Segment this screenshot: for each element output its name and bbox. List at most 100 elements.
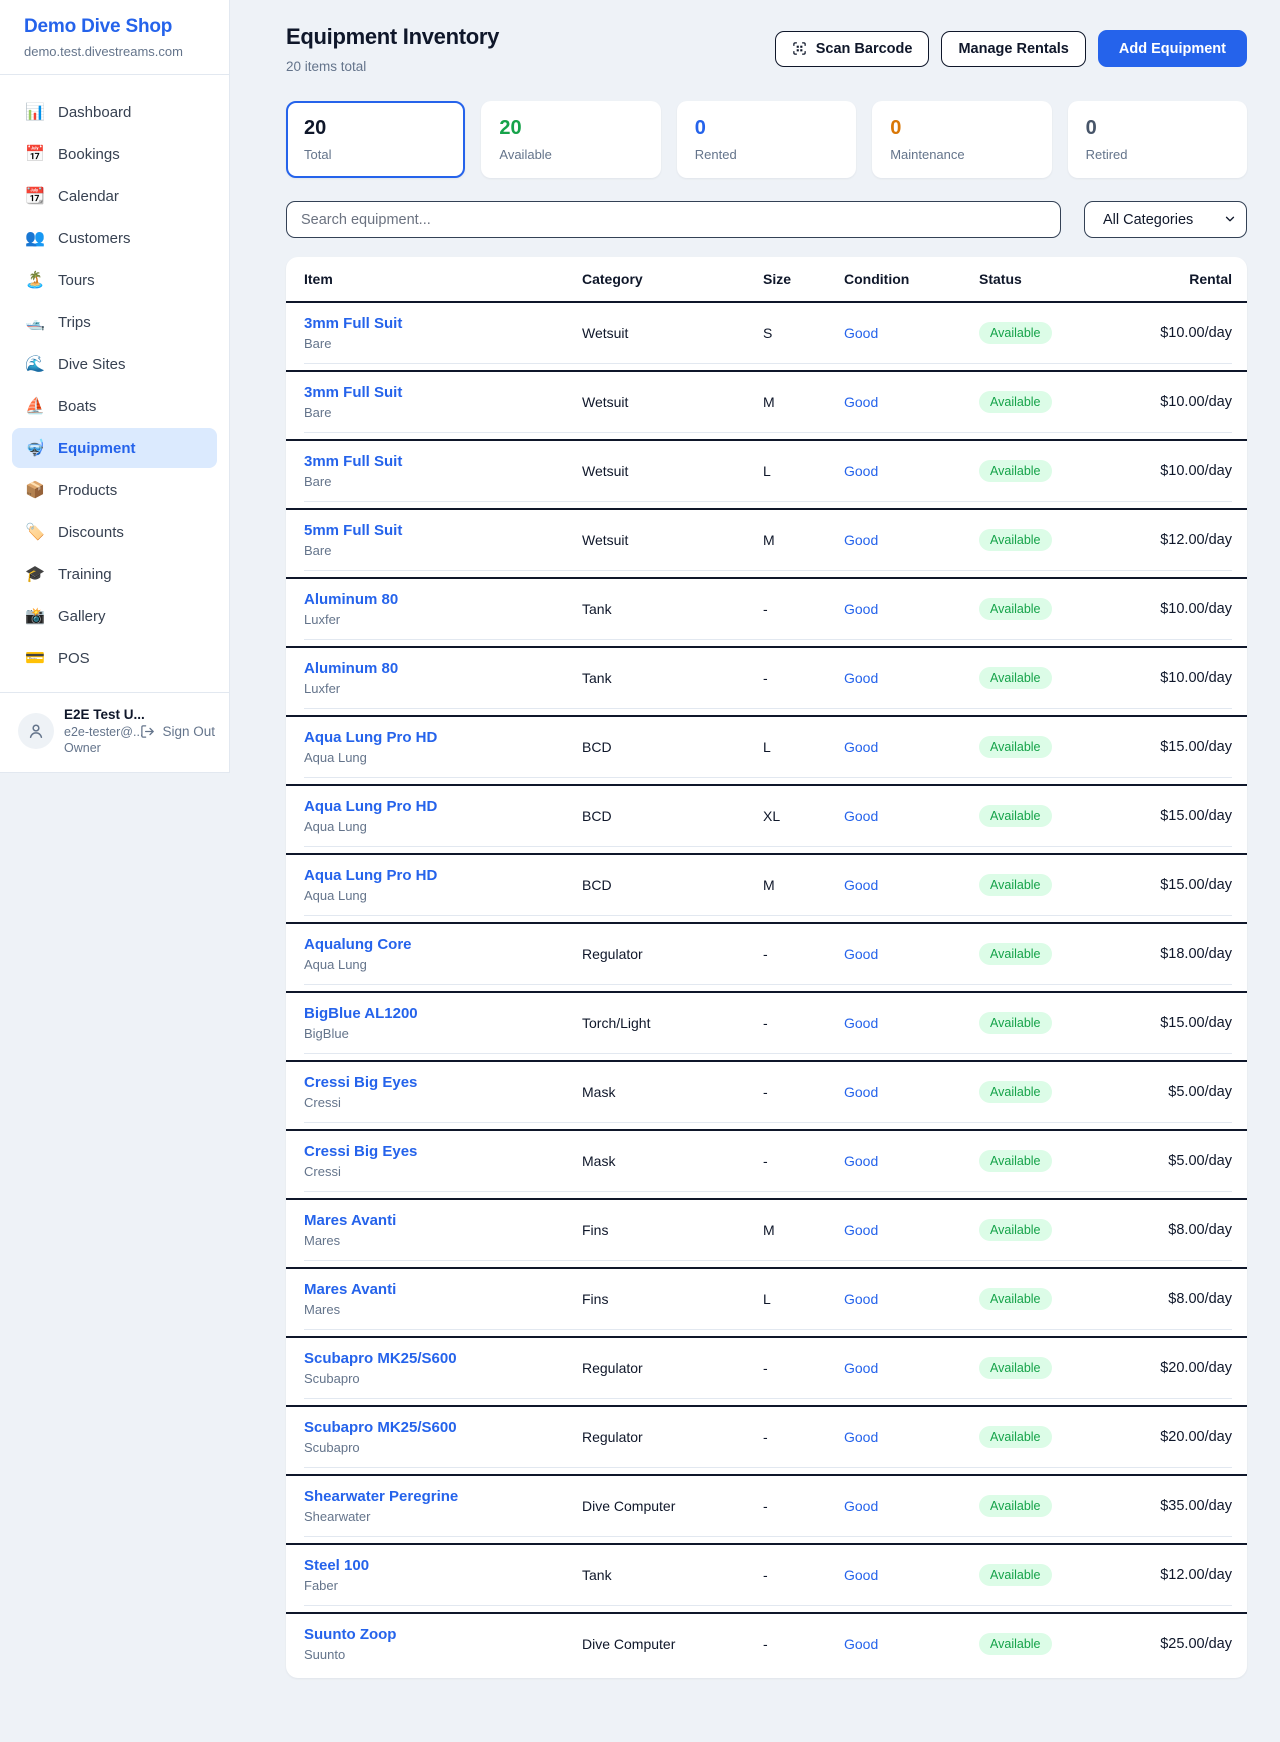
- condition-link[interactable]: Good: [844, 394, 878, 410]
- brand-header[interactable]: Demo Dive Shop demo.test.divestreams.com: [0, 0, 229, 75]
- table-row[interactable]: Mares Avanti Mares Fins M Good Available…: [286, 1200, 1247, 1269]
- condition-link[interactable]: Good: [844, 1498, 878, 1514]
- rental-price: $8.00/day: [1139, 1222, 1232, 1238]
- table-row[interactable]: Shearwater Peregrine Shearwater Dive Com…: [286, 1476, 1247, 1545]
- status-cell: Available: [979, 1564, 1139, 1586]
- table-row[interactable]: Mares Avanti Mares Fins L Good Available…: [286, 1269, 1247, 1338]
- condition-link[interactable]: Good: [844, 1429, 878, 1445]
- scan-barcode-button[interactable]: Scan Barcode: [775, 31, 930, 67]
- nav-item-label: Products: [58, 482, 117, 499]
- stat-value: 0: [890, 116, 1033, 140]
- condition-link[interactable]: Good: [844, 877, 878, 893]
- item-name-link[interactable]: Aluminum 80: [304, 591, 582, 608]
- table-row[interactable]: Scubapro MK25/S600 Scubapro Regulator - …: [286, 1338, 1247, 1407]
- condition-link[interactable]: Good: [844, 670, 878, 686]
- item-name-link[interactable]: Steel 100: [304, 1557, 582, 1574]
- nav-item-icon: 🛥️: [25, 312, 45, 332]
- item-name-link[interactable]: Aqua Lung Pro HD: [304, 798, 582, 815]
- table-row[interactable]: Aqua Lung Pro HD Aqua Lung BCD M Good Av…: [286, 855, 1247, 924]
- table-row[interactable]: Scubapro MK25/S600 Scubapro Regulator - …: [286, 1407, 1247, 1476]
- item-name-link[interactable]: Scubapro MK25/S600: [304, 1350, 582, 1367]
- status-cell: Available: [979, 1357, 1139, 1379]
- search-input[interactable]: [286, 201, 1061, 238]
- item-name-link[interactable]: Scubapro MK25/S600: [304, 1419, 582, 1436]
- condition-link[interactable]: Good: [844, 1222, 878, 1238]
- table-row[interactable]: 3mm Full Suit Bare Wetsuit L Good Availa…: [286, 441, 1247, 510]
- status-badge: Available: [979, 1426, 1052, 1448]
- add-equipment-button[interactable]: Add Equipment: [1098, 30, 1247, 67]
- sidebar-nav-item[interactable]: 👥 Customers: [12, 218, 217, 258]
- table-row[interactable]: 3mm Full Suit Bare Wetsuit S Good Availa…: [286, 303, 1247, 372]
- table-row[interactable]: Aqualung Core Aqua Lung Regulator - Good…: [286, 924, 1247, 993]
- sidebar-nav-item[interactable]: 📊 Dashboard: [12, 92, 217, 132]
- table-row[interactable]: BigBlue AL1200 BigBlue Torch/Light - Goo…: [286, 993, 1247, 1062]
- nav-item-label: Calendar: [58, 188, 119, 205]
- sidebar-nav-item[interactable]: 📸 Gallery: [12, 596, 217, 636]
- item-brand: Cressi: [304, 1164, 582, 1179]
- condition-link[interactable]: Good: [844, 1636, 878, 1652]
- size-cell: -: [763, 1084, 844, 1100]
- table-row[interactable]: Steel 100 Faber Tank - Good Available $1…: [286, 1545, 1247, 1614]
- item-name-link[interactable]: 3mm Full Suit: [304, 384, 582, 401]
- item-name-link[interactable]: 3mm Full Suit: [304, 453, 582, 470]
- table-row[interactable]: Aqua Lung Pro HD Aqua Lung BCD L Good Av…: [286, 717, 1247, 786]
- manage-rentals-button[interactable]: Manage Rentals: [941, 31, 1085, 67]
- item-name-link[interactable]: 5mm Full Suit: [304, 522, 582, 539]
- sidebar-nav-item[interactable]: 📅 Bookings: [12, 134, 217, 174]
- condition-link[interactable]: Good: [844, 1084, 878, 1100]
- condition-link[interactable]: Good: [844, 946, 878, 962]
- item-name-link[interactable]: Cressi Big Eyes: [304, 1074, 582, 1091]
- table-row[interactable]: 3mm Full Suit Bare Wetsuit M Good Availa…: [286, 372, 1247, 441]
- sidebar-nav-item[interactable]: 🤿 Equipment: [12, 428, 217, 468]
- stat-card[interactable]: 0 Retired: [1068, 101, 1247, 178]
- stat-card[interactable]: 0 Rented: [677, 101, 856, 178]
- item-name-link[interactable]: Aqualung Core: [304, 936, 582, 953]
- table-row[interactable]: Aluminum 80 Luxfer Tank - Good Available…: [286, 648, 1247, 717]
- condition-link[interactable]: Good: [844, 325, 878, 341]
- condition-link[interactable]: Good: [844, 1360, 878, 1376]
- condition-link[interactable]: Good: [844, 808, 878, 824]
- sidebar-nav-item[interactable]: 🏝️ Tours: [12, 260, 217, 300]
- item-name-link[interactable]: 3mm Full Suit: [304, 315, 582, 332]
- sidebar-nav-item[interactable]: 🛥️ Trips: [12, 302, 217, 342]
- sidebar-nav-item[interactable]: 📆 Calendar: [12, 176, 217, 216]
- item-name-link[interactable]: Cressi Big Eyes: [304, 1143, 582, 1160]
- table-row[interactable]: Cressi Big Eyes Cressi Mask - Good Avail…: [286, 1062, 1247, 1131]
- item-name-link[interactable]: Aluminum 80: [304, 660, 582, 677]
- condition-link[interactable]: Good: [844, 1567, 878, 1583]
- item-name-link[interactable]: Suunto Zoop: [304, 1626, 582, 1643]
- condition-link[interactable]: Good: [844, 1015, 878, 1031]
- condition-link[interactable]: Good: [844, 463, 878, 479]
- condition-link[interactable]: Good: [844, 601, 878, 617]
- sidebar-nav-item[interactable]: 📦 Products: [12, 470, 217, 510]
- sidebar-nav-item[interactable]: 🎓 Training: [12, 554, 217, 594]
- stat-card[interactable]: 0 Maintenance: [872, 101, 1051, 178]
- table-row[interactable]: Aqua Lung Pro HD Aqua Lung BCD XL Good A…: [286, 786, 1247, 855]
- condition-link[interactable]: Good: [844, 739, 878, 755]
- item-name-link[interactable]: BigBlue AL1200: [304, 1005, 582, 1022]
- table-row[interactable]: 5mm Full Suit Bare Wetsuit M Good Availa…: [286, 510, 1247, 579]
- table-row[interactable]: Aluminum 80 Luxfer Tank - Good Available…: [286, 579, 1247, 648]
- sign-out-button[interactable]: Sign Out: [140, 724, 215, 739]
- item-name-link[interactable]: Mares Avanti: [304, 1281, 582, 1298]
- table-row[interactable]: Suunto Zoop Suunto Dive Computer - Good …: [286, 1614, 1247, 1678]
- condition-link[interactable]: Good: [844, 532, 878, 548]
- sidebar-nav-item[interactable]: 🌊 Dive Sites: [12, 344, 217, 384]
- filter-bar: All Categories: [286, 201, 1247, 238]
- item-name-link[interactable]: Aqua Lung Pro HD: [304, 729, 582, 746]
- category-select[interactable]: All Categories: [1084, 201, 1247, 238]
- item-name-link[interactable]: Aqua Lung Pro HD: [304, 867, 582, 884]
- sidebar-nav-item[interactable]: ⛵ Boats: [12, 386, 217, 426]
- item-name-link[interactable]: Shearwater Peregrine: [304, 1488, 582, 1505]
- table-row-grid: Scubapro MK25/S600 Scubapro Regulator - …: [304, 1338, 1232, 1399]
- stat-card[interactable]: 20 Available: [481, 101, 660, 178]
- sidebar-nav-item[interactable]: 💳 POS: [12, 638, 217, 678]
- sidebar-nav-item[interactable]: 🏷️ Discounts: [12, 512, 217, 552]
- condition-link[interactable]: Good: [844, 1291, 878, 1307]
- item-name-link[interactable]: Mares Avanti: [304, 1212, 582, 1229]
- condition-link[interactable]: Good: [844, 1153, 878, 1169]
- shop-name[interactable]: Demo Dive Shop: [24, 16, 205, 38]
- table-row[interactable]: Cressi Big Eyes Cressi Mask - Good Avail…: [286, 1131, 1247, 1200]
- stat-card[interactable]: 20 Total: [286, 101, 465, 178]
- condition-cell: Good: [844, 946, 979, 962]
